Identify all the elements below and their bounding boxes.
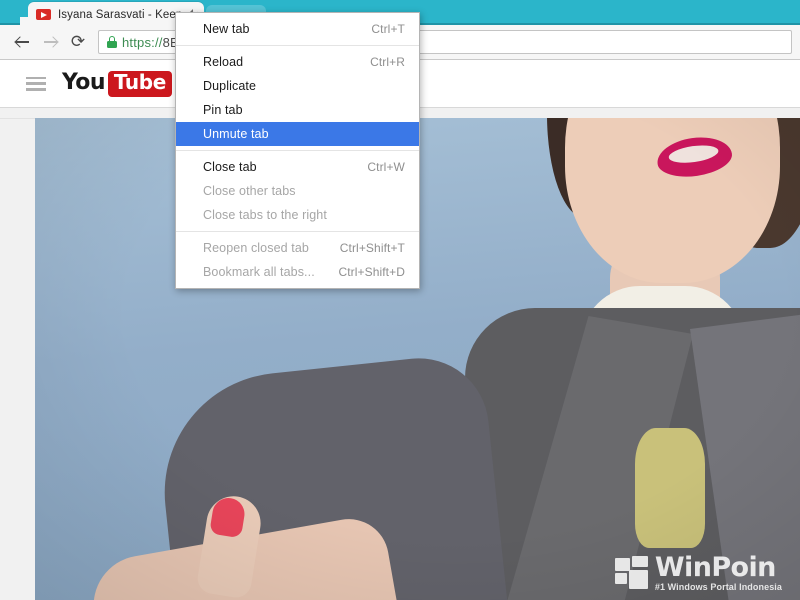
forward-button[interactable] [36,28,64,56]
menu-item-label: Duplicate [203,79,257,93]
reload-icon: ⟳ [70,31,86,52]
menu-item-label: Close tabs to the right [203,208,327,222]
menu-item-label: Close other tabs [203,184,296,198]
menu-item-shortcut: Ctrl+T [371,22,405,36]
menu-item-label: Bookmark all tabs... [203,265,315,279]
menu-item-close-tabs-to-the-right: Close tabs to the right [176,203,419,227]
menu-item-label: Pin tab [203,103,243,117]
menu-separator [176,45,419,46]
url-scheme: https:// [122,34,163,50]
menu-item-close-tab[interactable]: Close tab Ctrl+W [176,155,419,179]
reload-button[interactable]: ⟳ [64,28,92,56]
menu-item-label: Unmute tab [203,127,269,141]
arrow-left-icon [15,35,30,50]
tab-title: Isyana Sarasvati - Keep [58,8,183,21]
menu-item-label: New tab [203,22,250,36]
winpoin-watermark: WinPoin #1 Windows Portal Indonesia [614,552,782,592]
watermark-tagline: #1 Windows Portal Indonesia [654,582,782,592]
menu-item-new-tab[interactable]: New tab Ctrl+T [176,17,419,41]
back-button[interactable] [8,28,36,56]
watermark-title: WinPoin [654,552,776,583]
menu-item-duplicate[interactable]: Duplicate [176,74,419,98]
menu-item-unmute-tab[interactable]: Unmute tab [176,122,419,146]
menu-item-pin-tab[interactable]: Pin tab [176,98,419,122]
menu-item-bookmark-all-tabs: Bookmark all tabs... Ctrl+Shift+D [176,260,419,284]
menu-item-shortcut: Ctrl+W [367,160,405,174]
hamburger-menu-icon[interactable] [26,76,46,91]
youtube-favicon [36,9,51,20]
youtube-logo-tube-box: Tube [107,69,172,97]
arrow-right-icon [43,35,58,50]
lock-icon [107,36,117,48]
youtube-logo-you: You [62,69,105,95]
youtube-logo-tube: Tube [113,69,166,94]
menu-separator [176,150,419,151]
menu-item-close-other-tabs: Close other tabs [176,179,419,203]
menu-separator [176,231,419,232]
menu-item-reopen-closed-tab: Reopen closed tab Ctrl+Shift+T [176,236,419,260]
menu-item-shortcut: Ctrl+Shift+T [339,241,405,255]
menu-item-shortcut: Ctrl+Shift+D [338,265,405,279]
menu-item-label: Close tab [203,160,257,174]
tab-context-menu[interactable]: New tab Ctrl+T Reload Ctrl+R Duplicate Pin ta… [175,12,420,289]
windows-squares-icon [614,556,649,590]
menu-item-shortcut: Ctrl+R [370,55,405,69]
menu-item-label: Reload [203,55,244,69]
menu-item-label: Reopen closed tab [203,241,309,255]
menu-item-reload[interactable]: Reload Ctrl+R [176,50,419,74]
youtube-logo[interactable]: You Tube ID [62,69,184,97]
browser-window: Isyana Sarasvati - Keep ⟳ https:// 8EyoQ [0,0,800,600]
